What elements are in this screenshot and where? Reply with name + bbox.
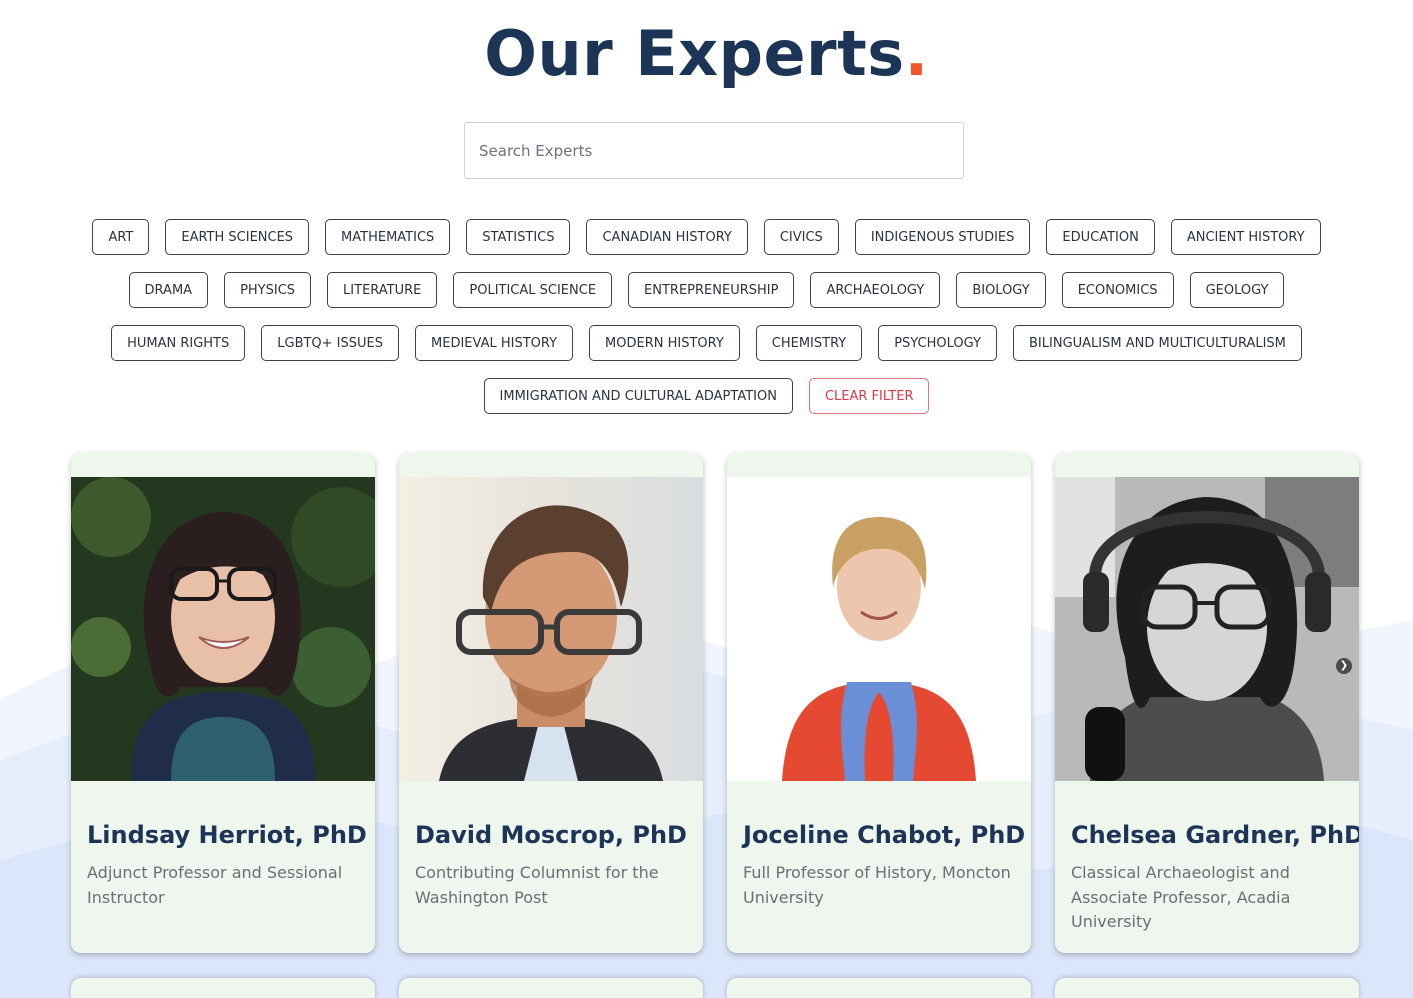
filter-chip[interactable]: HUMAN RIGHTS <box>111 325 246 361</box>
expert-role: Full Professor of History, Moncton Unive… <box>743 863 1011 907</box>
filter-chip[interactable]: DRAMA <box>128 272 209 308</box>
filter-chip[interactable]: BIOLOGY <box>956 272 1046 308</box>
expert-cards-next-row <box>71 978 1359 998</box>
filter-chip[interactable]: LGBTQ+ ISSUES <box>261 325 400 361</box>
filter-chip[interactable]: ARCHAEOLOGY <box>810 272 941 308</box>
clear-filter-button[interactable]: CLEAR FILTER <box>808 378 930 414</box>
filter-chip[interactable]: STATISTICS <box>466 219 571 255</box>
expert-photo <box>399 477 703 781</box>
filter-chip[interactable]: PHYSICS <box>224 272 312 308</box>
filter-chip[interactable]: EARTH SCIENCES <box>165 219 310 255</box>
expert-role: Contributing Columnist for the Washingto… <box>415 863 659 907</box>
filter-chip[interactable]: POLITICAL SCIENCE <box>453 272 613 308</box>
expert-card[interactable] <box>1055 978 1359 998</box>
filter-chip[interactable]: ART <box>92 219 150 255</box>
filter-row: DRAMA PHYSICS LITERATURE POLITICAL SCIENCE E… <box>0 272 1413 308</box>
filter-chip[interactable]: EDUCATION <box>1046 219 1155 255</box>
filter-chip[interactable]: ANCIENT HISTORY <box>1170 219 1321 255</box>
filter-chip[interactable]: IMMIGRATION AND CULTURAL ADAPTATION <box>483 378 793 414</box>
filter-chip[interactable]: LITERATURE <box>327 272 438 308</box>
expert-photo <box>727 477 1031 781</box>
filter-row: ART EARTH SCIENCES MATHEMATICS STATISTICS CA… <box>0 219 1413 255</box>
filter-row: IMMIGRATION AND CULTURAL ADAPTATION CLEAR… <box>0 378 1413 414</box>
filter-chip[interactable]: GEOLOGY <box>1189 272 1285 308</box>
filter-chip[interactable]: CANADIAN HISTORY <box>586 219 748 255</box>
expert-role: Classical Archaeologist and Associate Pr… <box>1071 863 1291 931</box>
expert-name[interactable]: Chelsea Gardner, PhD <box>1071 821 1359 849</box>
filter-chip[interactable]: MEDIEVAL HISTORY <box>415 325 574 361</box>
filter-chip[interactable]: ENTREPRENEURSHIP <box>628 272 795 308</box>
expert-name[interactable]: David Moscrop, PhD <box>415 821 691 849</box>
chevron-right-icon[interactable]: ❯ <box>1336 658 1352 674</box>
filter-chip[interactable]: INDIGENOUS STUDIES <box>854 219 1031 255</box>
filter-chip[interactable]: PSYCHOLOGY <box>878 325 998 361</box>
expert-card[interactable] <box>727 978 1031 998</box>
expert-cards: Lindsay Herriot, PhD Adjunct Professor a… <box>71 453 1359 953</box>
filter-chip[interactable]: CHEMISTRY <box>755 325 863 361</box>
search-box[interactable] <box>464 122 964 179</box>
filter-row: HUMAN RIGHTS LGBTQ+ ISSUES MEDIEVAL HISTOR… <box>0 325 1413 361</box>
expert-photo: ❯ <box>1055 477 1359 781</box>
expert-name[interactable]: Lindsay Herriot, PhD <box>87 821 367 849</box>
expert-card[interactable]: David Moscrop, PhD Contributing Columnis… <box>399 453 703 953</box>
filter-chip[interactable]: ECONOMICS <box>1061 272 1174 308</box>
expert-photo <box>71 477 375 781</box>
expert-name[interactable]: Joceline Chabot, PhD <box>743 821 1025 849</box>
filter-chip[interactable]: CIVICS <box>763 219 839 255</box>
filter-chip[interactable]: BILINGUALISM AND MULTICULTURALISM <box>1013 325 1302 361</box>
page-title: Our Experts. <box>484 17 929 90</box>
expert-card[interactable]: ❯ Chelsea Gardner, PhD Classical Archaeo… <box>1055 453 1359 953</box>
expert-card[interactable] <box>399 978 703 998</box>
expert-role: Adjunct Professor and Sessional Instruct… <box>87 863 343 907</box>
filter-chip[interactable]: MATHEMATICS <box>325 219 451 255</box>
filter-chip[interactable]: MODERN HISTORY <box>589 325 740 361</box>
expert-card[interactable]: Lindsay Herriot, PhD Adjunct Professor a… <box>71 453 375 953</box>
expert-card[interactable] <box>71 978 375 998</box>
title-accent-dot: . <box>904 17 929 90</box>
expert-card[interactable]: Joceline Chabot, PhD Full Professor of H… <box>727 453 1031 953</box>
search-input[interactable] <box>465 123 963 178</box>
filter-chips: ART EARTH SCIENCES MATHEMATICS STATISTICS CA… <box>0 219 1413 431</box>
